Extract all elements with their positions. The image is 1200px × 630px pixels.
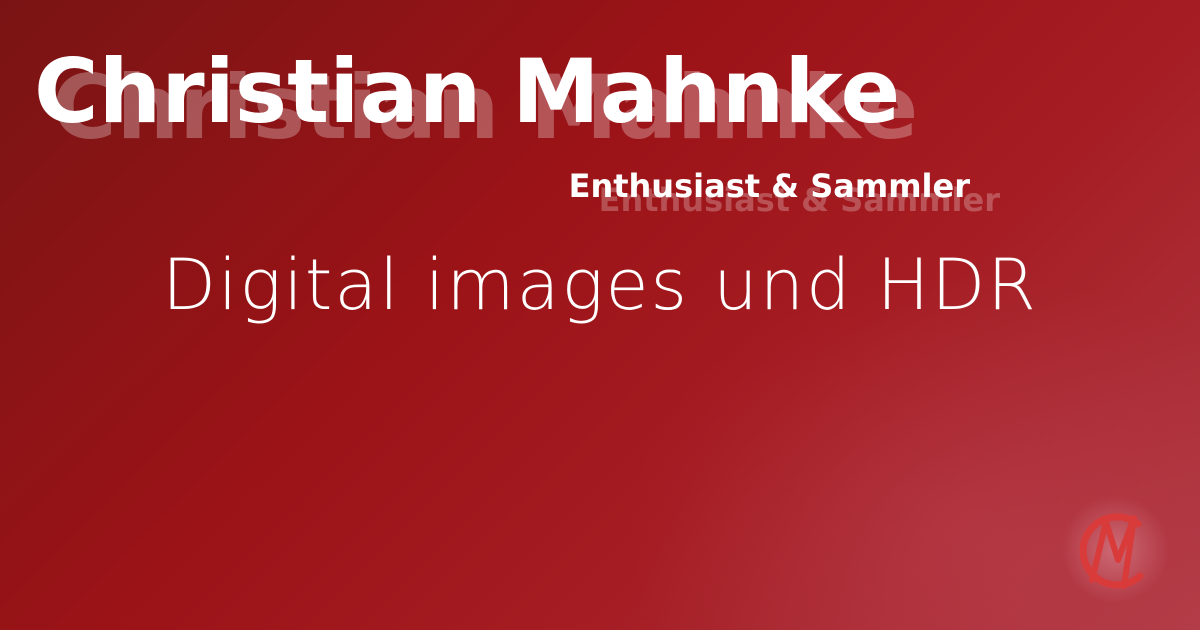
social-card: Christian Mahnke Christian Mahnke Enthus… [0, 0, 1200, 630]
page-title: Digital images und HDR [162, 244, 1038, 326]
cm-monogram-icon [1061, 495, 1169, 603]
author-name: Christian Mahnke [34, 40, 901, 143]
tagline: Enthusiast & Sammler [568, 167, 970, 205]
